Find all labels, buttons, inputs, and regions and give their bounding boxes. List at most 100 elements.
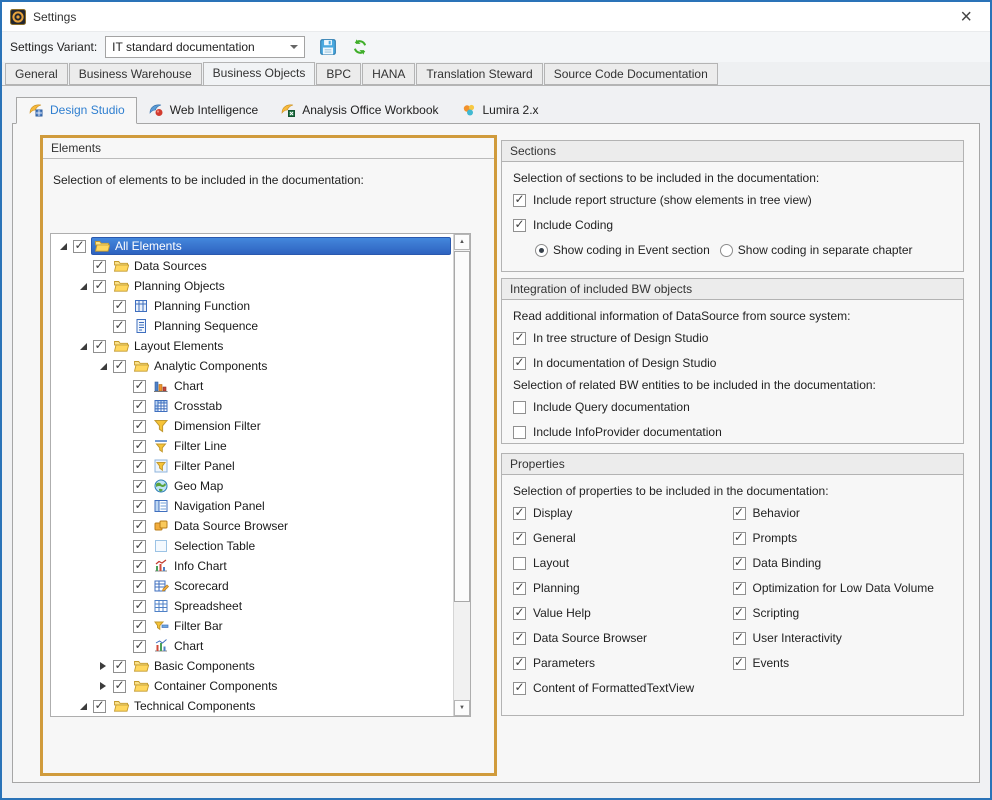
option-parameters[interactable]: Parameters <box>513 656 733 670</box>
checkbox[interactable] <box>733 507 746 520</box>
subtab-web-intelligence[interactable]: Web Intelligence <box>137 98 270 123</box>
option-scripting[interactable]: Scripting <box>733 606 953 620</box>
checkbox[interactable] <box>513 657 526 670</box>
radio-button[interactable] <box>720 244 733 257</box>
checkbox[interactable] <box>133 400 146 413</box>
subtab-lumira-2-x[interactable]: Lumira 2.x <box>450 98 550 123</box>
settings-variant-combobox[interactable]: IT standard documentation <box>105 36 305 58</box>
tree-item-scorecard[interactable]: Scorecard <box>51 576 453 596</box>
checkbox[interactable] <box>133 580 146 593</box>
option-include-infoprovider-documentation[interactable]: Include InfoProvider documentation <box>513 425 952 439</box>
checkbox[interactable] <box>73 240 86 253</box>
option-include-coding[interactable]: Include Coding <box>513 218 952 232</box>
tree-item-crosstab[interactable]: Crosstab <box>51 396 453 416</box>
save-button[interactable] <box>319 38 337 56</box>
tree-item-technical-components[interactable]: Technical Components <box>51 696 453 716</box>
option-content-of-formattedtextview[interactable]: Content of FormattedTextView <box>513 681 733 695</box>
tree-item-basic-components[interactable]: Basic Components <box>51 656 453 676</box>
tree-item-analytic-components[interactable]: Analytic Components <box>51 356 453 376</box>
tree-item-filter-bar[interactable]: Filter Bar <box>51 616 453 636</box>
checkbox[interactable] <box>133 560 146 573</box>
checkbox[interactable] <box>133 460 146 473</box>
checkbox[interactable] <box>733 657 746 670</box>
tree-item-spreadsheet[interactable]: Spreadsheet <box>51 596 453 616</box>
checkbox[interactable] <box>113 360 126 373</box>
checkbox[interactable] <box>133 520 146 533</box>
checkbox[interactable] <box>133 640 146 653</box>
checkbox[interactable] <box>133 380 146 393</box>
tree-item-planning-sequence[interactable]: Planning Sequence <box>51 316 453 336</box>
option-display[interactable]: Display <box>513 506 733 520</box>
expander-expanded-icon[interactable] <box>75 703 91 710</box>
tree-item-chart[interactable]: Chart <box>51 376 453 396</box>
option-prompts[interactable]: Prompts <box>733 531 953 545</box>
tree-item-geo-map[interactable]: Geo Map <box>51 476 453 496</box>
expander-collapsed-icon[interactable] <box>95 662 111 670</box>
expander-expanded-icon[interactable] <box>55 243 71 250</box>
checkbox[interactable] <box>113 320 126 333</box>
checkbox[interactable] <box>133 600 146 613</box>
checkbox[interactable] <box>513 557 526 570</box>
option-include-query-documentation[interactable]: Include Query documentation <box>513 400 952 414</box>
option-general[interactable]: General <box>513 531 733 545</box>
checkbox[interactable] <box>513 632 526 645</box>
checkbox[interactable] <box>113 300 126 313</box>
checkbox[interactable] <box>133 480 146 493</box>
checkbox[interactable] <box>733 532 746 545</box>
checkbox[interactable] <box>513 194 526 207</box>
tree-item-all-elements[interactable]: All Elements <box>51 236 453 256</box>
expander-collapsed-icon[interactable] <box>95 682 111 690</box>
tree-item-filter-line[interactable]: Filter Line <box>51 436 453 456</box>
tab-hana[interactable]: HANA <box>362 63 415 85</box>
tree-item-planning-function[interactable]: Planning Function <box>51 296 453 316</box>
option-optimization-for-low-data-volume[interactable]: Optimization for Low Data Volume <box>733 581 953 595</box>
checkbox[interactable] <box>93 260 106 273</box>
checkbox[interactable] <box>133 620 146 633</box>
checkbox[interactable] <box>93 280 106 293</box>
checkbox[interactable] <box>113 660 126 673</box>
tree-item-filter-panel[interactable]: Filter Panel <box>51 456 453 476</box>
tree-item-planning-objects[interactable]: Planning Objects <box>51 276 453 296</box>
option-layout[interactable]: Layout <box>513 556 733 570</box>
expander-expanded-icon[interactable] <box>95 363 111 370</box>
option-value-help[interactable]: Value Help <box>513 606 733 620</box>
subtab-analysis-office-workbook[interactable]: Analysis Office Workbook <box>269 98 449 123</box>
checkbox[interactable] <box>133 440 146 453</box>
checkbox[interactable] <box>513 357 526 370</box>
option-behavior[interactable]: Behavior <box>733 506 953 520</box>
option-include-report-structure-show-elements-in-tree-view[interactable]: Include report structure (show elements … <box>513 193 952 207</box>
scroll-up-button[interactable]: ▲ <box>454 234 470 250</box>
tree-item-info-chart[interactable]: Info Chart <box>51 556 453 576</box>
checkbox[interactable] <box>733 582 746 595</box>
option-events[interactable]: Events <box>733 656 953 670</box>
checkbox[interactable] <box>513 332 526 345</box>
scrollbar-thumb[interactable] <box>454 251 470 602</box>
tab-general[interactable]: General <box>5 63 68 85</box>
tab-translation-steward[interactable]: Translation Steward <box>416 63 542 85</box>
tab-bpc[interactable]: BPC <box>316 63 361 85</box>
checkbox[interactable] <box>513 532 526 545</box>
checkbox[interactable] <box>133 500 146 513</box>
refresh-button[interactable] <box>351 38 369 56</box>
option-data-binding[interactable]: Data Binding <box>733 556 953 570</box>
option-planning[interactable]: Planning <box>513 581 733 595</box>
option-in-documentation-of-design-studio[interactable]: In documentation of Design Studio <box>513 356 952 370</box>
close-button[interactable]: × <box>950 7 982 27</box>
checkbox[interactable] <box>733 607 746 620</box>
tree-item-chart[interactable]: Chart <box>51 636 453 656</box>
checkbox[interactable] <box>133 420 146 433</box>
radio-show-coding-in-event-section[interactable]: Show coding in Event section <box>535 243 710 257</box>
tab-source-code-documentation[interactable]: Source Code Documentation <box>544 63 718 85</box>
checkbox[interactable] <box>133 540 146 553</box>
subtab-design-studio[interactable]: Design Studio <box>16 97 137 124</box>
checkbox[interactable] <box>513 582 526 595</box>
expander-expanded-icon[interactable] <box>75 283 91 290</box>
radio-button[interactable] <box>535 244 548 257</box>
tab-business-objects[interactable]: Business Objects <box>203 62 316 86</box>
checkbox[interactable] <box>733 557 746 570</box>
expander-expanded-icon[interactable] <box>75 343 91 350</box>
radio-show-coding-in-separate-chapter[interactable]: Show coding in separate chapter <box>720 243 913 257</box>
tree-item-layout-elements[interactable]: Layout Elements <box>51 336 453 356</box>
checkbox[interactable] <box>113 680 126 693</box>
tree-item-data-source-browser[interactable]: Data Source Browser <box>51 516 453 536</box>
